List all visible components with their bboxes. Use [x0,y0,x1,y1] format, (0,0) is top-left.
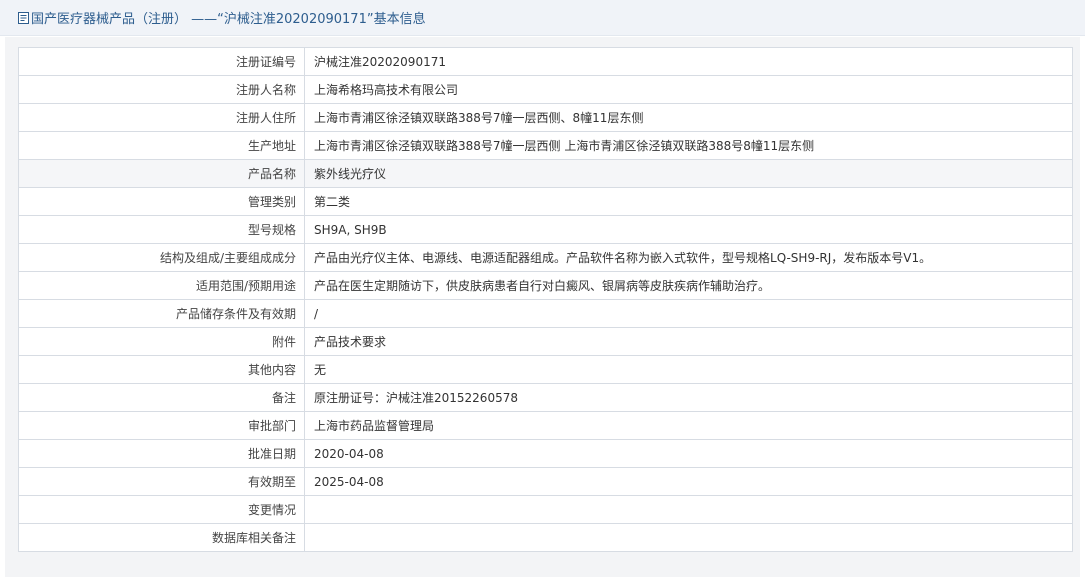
row-label: 型号规格 [18,215,305,244]
row-value: 紫外线光疗仪 [304,159,1073,188]
row-value: 无 [304,355,1073,384]
table-row: 有效期至 2025-04-08 [18,467,1073,496]
row-value: 沪械注准20202090171 [304,47,1073,76]
table-row: 附件 产品技术要求 [18,327,1073,356]
row-label: 注册人名称 [18,75,305,104]
row-value: 产品技术要求 [304,327,1073,356]
row-label: 审批部门 [18,411,305,440]
row-label: 生产地址 [18,131,305,160]
row-label: 注册证编号 [18,47,305,76]
row-label: 适用范围/预期用途 [18,271,305,300]
table-row: 产品名称 紫外线光疗仪 [18,159,1073,188]
table-row: 数据库相关备注 [18,523,1073,552]
row-label: 产品储存条件及有效期 [18,299,305,328]
row-label: 批准日期 [18,439,305,468]
row-value: 产品在医生定期随访下，供皮肤病患者自行对白癜风、银屑病等皮肤疾病作辅助治疗。 [304,271,1073,300]
table-row: 产品储存条件及有效期 / [18,299,1073,328]
row-value: 上海希格玛高技术有限公司 [304,75,1073,104]
table-row: 注册人住所 上海市青浦区徐泾镇双联路388号7幢一层西侧、8幢11层东侧 [18,103,1073,132]
row-label: 数据库相关备注 [18,523,305,552]
page-title: 国产医疗器械产品（注册） ——“沪械注准20202090171”基本信息 [31,12,426,27]
row-value: 上海市青浦区徐泾镇双联路388号7幢一层西侧、8幢11层东侧 [304,103,1073,132]
row-value: 第二类 [304,187,1073,216]
row-value: 产品由光疗仪主体、电源线、电源适配器组成。产品软件名称为嵌入式软件，型号规格LQ… [304,243,1073,272]
document-icon [18,11,29,24]
row-value: SH9A, SH9B [304,215,1073,244]
row-value: 原注册证号：沪械注准20152260578 [304,383,1073,412]
table-row: 结构及组成/主要组成成分 产品由光疗仪主体、电源线、电源适配器组成。产品软件名称为… [18,243,1073,272]
row-label: 产品名称 [18,159,305,188]
row-value: / [304,299,1073,328]
info-table: 注册证编号 沪械注准20202090171 注册人名称 上海希格玛高技术有限公司 注… [18,47,1073,552]
table-row: 其他内容无 [18,355,1073,384]
row-label: 管理类别 [18,187,305,216]
row-label: 结构及组成/主要组成成分 [18,243,305,272]
table-row: 型号规格 SH9A, SH9B [18,215,1073,244]
table-row: 审批部门 上海市药品监督管理局 [18,411,1073,440]
table-row: 备注 原注册证号：沪械注准20152260578 [18,383,1073,412]
row-value [304,495,1073,524]
row-label: 附件 [18,327,305,356]
row-label: 注册人住所 [18,103,305,132]
row-label: 变更情况 [18,495,305,524]
table-row: 批准日期 2020-04-08 [18,439,1073,468]
row-label: 备注 [18,383,305,412]
table-row: 生产地址 上海市青浦区徐泾镇双联路388号7幢一层西侧 上海市青浦区徐泾镇双联路3… [18,131,1073,160]
row-label: 有效期至 [18,467,305,496]
table-row: 适用范围/预期用途 产品在医生定期随访下，供皮肤病患者自行对白癜风、银屑病等皮肤疾… [18,271,1073,300]
row-label: 其他内容 [18,355,305,384]
row-value: 上海市青浦区徐泾镇双联路388号7幢一层西侧 上海市青浦区徐泾镇双联路388号8… [304,131,1073,160]
row-value [304,523,1073,552]
row-value: 2020-04-08 [304,439,1073,468]
table-row: 管理类别 第二类 [18,187,1073,216]
row-value: 2025-04-08 [304,467,1073,496]
table-row: 注册证编号 沪械注准20202090171 [18,47,1073,76]
row-value: 上海市药品监督管理局 [304,411,1073,440]
page-header: 国产医疗器械产品（注册） ——“沪械注准20202090171”基本信息 [0,0,1085,36]
table-row: 变更情况 [18,495,1073,524]
table-row: 注册人名称 上海希格玛高技术有限公司 [18,75,1073,104]
content-panel: 注册证编号 沪械注准20202090171 注册人名称 上海希格玛高技术有限公司 注… [5,37,1080,577]
